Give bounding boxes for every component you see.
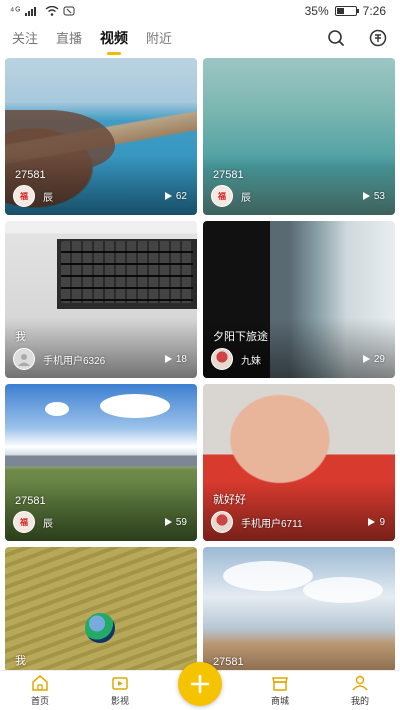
video-card[interactable]: 27581 福 辰 59 [5, 384, 197, 541]
user-icon [18, 354, 30, 366]
status-icons: ⁴ᴳ [10, 6, 75, 17]
wifi-icon [45, 6, 59, 16]
clock: 7:26 [362, 4, 386, 18]
coin-icon [369, 29, 387, 47]
video-caption: 我 [15, 331, 26, 343]
avatar[interactable] [211, 348, 233, 370]
author-name: 辰 [43, 518, 53, 530]
video-caption: 27581 [213, 169, 244, 181]
nav-me-label: 我的 [350, 696, 369, 706]
nav-mall[interactable]: 商城 [240, 674, 320, 707]
video-meta: 手机用户6711 9 [211, 511, 385, 533]
video-card[interactable]: 27581 [203, 547, 395, 672]
signal-icon [25, 7, 37, 16]
video-card[interactable]: 27581 福 辰 53 [203, 58, 395, 215]
nav-mall-label: 商城 [270, 696, 289, 706]
video-caption: 就好好 [213, 494, 246, 506]
search-button[interactable] [326, 28, 346, 48]
thumbnail-scene [61, 241, 193, 303]
film-icon [112, 677, 128, 690]
video-card[interactable]: 我 手机用户6326 18 [5, 221, 197, 378]
author-name: 手机用户6326 [43, 355, 106, 367]
nav-home-label: 首页 [30, 696, 49, 706]
publish-button[interactable] [178, 662, 222, 706]
video-caption: 27581 [15, 169, 46, 181]
nav-film-label: 影视 [110, 696, 129, 706]
video-meta: 福 辰 59 [13, 511, 187, 533]
play-icon [362, 355, 370, 363]
nav-home[interactable]: 首页 [0, 674, 80, 707]
nav-film[interactable]: 影视 [80, 674, 160, 707]
play-count: 62 [164, 191, 187, 202]
author-name: 手机用户6711 [241, 518, 303, 530]
video-meta: 手机用户6326 18 [13, 348, 187, 370]
play-count: 18 [164, 354, 187, 365]
play-count: 29 [362, 354, 385, 365]
avatar[interactable] [13, 348, 35, 370]
video-card[interactable]: 就好好 手机用户6711 9 [203, 384, 395, 541]
battery-percent: 35% [304, 4, 329, 18]
avatar[interactable]: 福 [13, 185, 35, 207]
header-actions [326, 28, 388, 48]
play-icon [164, 192, 172, 200]
avatar[interactable]: 福 [13, 511, 35, 533]
avatar[interactable]: 福 [211, 185, 233, 207]
status-bar: ⁴ᴳ 35% 7:26 [0, 0, 400, 22]
video-caption: 我 [15, 655, 26, 667]
shop-icon [272, 677, 288, 691]
avatar[interactable] [211, 511, 233, 533]
author-name: 九妹 [241, 355, 261, 367]
thumbnail-scene [85, 613, 115, 643]
video-meta: 福 辰 53 [211, 185, 385, 207]
tab-nearby[interactable]: 附近 [146, 24, 172, 52]
thumbnail-scene [45, 402, 69, 416]
video-card[interactable]: 27581 福 辰 62 [5, 58, 197, 215]
author-name: 辰 [241, 192, 251, 204]
search-icon [328, 30, 344, 46]
play-icon [362, 192, 370, 200]
play-icon [164, 518, 172, 526]
video-card[interactable]: 我 [5, 547, 197, 672]
video-card[interactable]: 夕阳下旅途 九妹 29 [203, 221, 395, 378]
author-name: 辰 [43, 192, 53, 204]
video-caption: 27581 [15, 495, 46, 507]
person-icon [352, 675, 368, 691]
home-icon [32, 675, 48, 691]
battery-icon [334, 6, 359, 16]
nav-me[interactable]: 我的 [320, 674, 400, 707]
video-meta: 福 辰 62 [13, 185, 187, 207]
tab-list: 关注 直播 视频 附近 [12, 24, 326, 55]
nfc-icon [63, 6, 75, 16]
tab-live[interactable]: 直播 [56, 24, 82, 52]
play-icon [164, 355, 172, 363]
coin-button[interactable] [368, 28, 388, 48]
status-right: 35% 7:26 [305, 4, 386, 18]
play-count: 9 [368, 517, 385, 528]
play-icon [368, 518, 376, 526]
video-caption: 27581 [213, 656, 244, 668]
thumbnail-scene [223, 561, 313, 591]
tab-follow[interactable]: 关注 [12, 24, 38, 52]
tab-video[interactable]: 视频 [100, 24, 128, 55]
video-meta: 九妹 29 [211, 348, 385, 370]
play-count: 53 [362, 191, 385, 202]
top-tab-bar: 关注 直播 视频 附近 [0, 22, 400, 55]
plus-icon [190, 674, 210, 694]
video-caption: 夕阳下旅途 [213, 331, 268, 343]
signal-text: ⁴ᴳ [10, 5, 22, 17]
play-count: 59 [164, 517, 187, 528]
